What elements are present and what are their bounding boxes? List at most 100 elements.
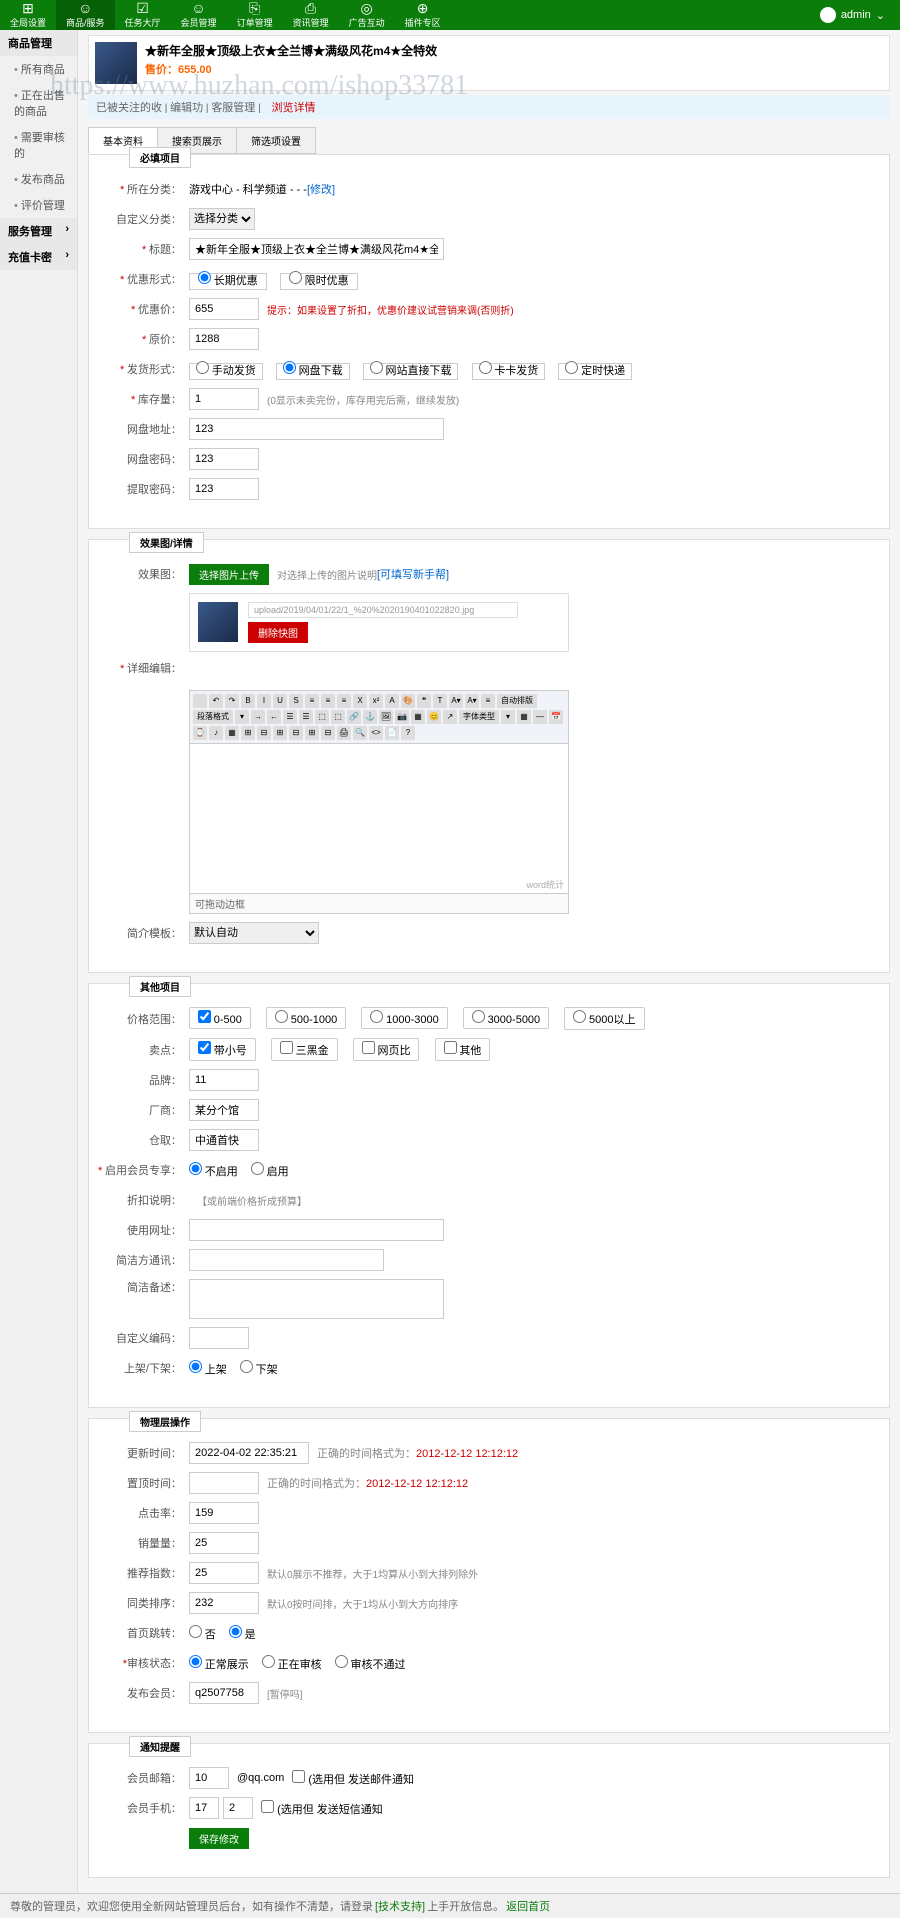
editor-btn[interactable]: B — [241, 694, 255, 708]
brand-input[interactable] — [189, 1069, 259, 1091]
onoff-off[interactable]: 下架 — [240, 1365, 278, 1376]
editor-btn[interactable]: ☰ — [299, 710, 313, 724]
sidebar-item-review[interactable]: 需要审核的 — [0, 124, 77, 166]
discount-limited-radio[interactable]: 限时优惠 — [280, 273, 358, 290]
footer-support-link[interactable]: [技术支持] — [375, 1898, 425, 1914]
editor-btn[interactable]: I — [257, 694, 271, 708]
recommend-input[interactable] — [189, 1562, 259, 1584]
ship-manual[interactable]: 手动发货 — [189, 363, 263, 380]
editor-btn[interactable]: S — [289, 694, 303, 708]
audit-reject[interactable]: 审核不通过 — [335, 1660, 406, 1671]
editor-btn[interactable]: 🖨 — [337, 726, 351, 740]
editor-btn[interactable]: ⬚ — [315, 710, 329, 724]
sidebar-item-selling[interactable]: 正在出售的商品 — [0, 82, 77, 124]
sellpoint-3[interactable]: 其他 — [435, 1038, 491, 1061]
editor-btn[interactable]: A▾ — [465, 694, 479, 708]
editor-btn[interactable]: ≡ — [321, 694, 335, 708]
editor-btn[interactable]: ▾ — [235, 710, 249, 724]
status-link-favs[interactable]: 已被关注的收 — [96, 102, 162, 114]
editor-btn[interactable]: → — [251, 710, 265, 724]
status-link-edit[interactable]: 编辑功 — [170, 102, 203, 114]
update-time-input[interactable] — [189, 1442, 309, 1464]
summary-textarea[interactable] — [189, 1279, 444, 1319]
onoff-on[interactable]: 上架 — [189, 1365, 227, 1376]
audit-pending[interactable]: 正在审核 — [262, 1660, 322, 1671]
sellpoint-0[interactable]: 带小号 — [189, 1038, 256, 1061]
nav-global[interactable]: ⊞全局设置 — [0, 0, 56, 30]
editor-btn[interactable]: ❝ — [417, 694, 431, 708]
ship-direct[interactable]: 网站直接下载 — [363, 363, 459, 380]
email-notify-checkbox[interactable]: (选用但 发送邮件通知 — [292, 1770, 414, 1787]
price-range-3[interactable]: 3000-5000 — [463, 1007, 549, 1029]
nav-plugins[interactable]: ⊕插件专区 — [395, 0, 451, 30]
editor-btn[interactable]: 🔗 — [347, 710, 361, 724]
score-input[interactable] — [189, 1502, 259, 1524]
editor-btn[interactable]: 📅 — [549, 710, 563, 724]
upload-image-button[interactable]: 选择图片上传 — [189, 564, 269, 585]
sort-input[interactable] — [189, 1592, 259, 1614]
editor-btn[interactable]: A▾ — [449, 694, 463, 708]
extract-code-input[interactable] — [189, 478, 259, 500]
editor-btn[interactable]: 📄 — [385, 726, 399, 740]
editor-btn[interactable]: ▦ — [411, 710, 425, 724]
editor-btn[interactable]: ⬚ — [331, 710, 345, 724]
top-time-input[interactable] — [189, 1472, 259, 1494]
sidebar-group-service[interactable]: 服务管理› — [0, 218, 77, 244]
editor-btn[interactable]: ↗ — [443, 710, 457, 724]
price-range-2[interactable]: 1000-3000 — [361, 1007, 447, 1029]
status-link-service[interactable]: 客服管理 — [211, 102, 255, 114]
editor-btn[interactable]: ⚓ — [363, 710, 377, 724]
tab-filter[interactable]: 筛选项设置 — [236, 127, 316, 154]
price-range-0[interactable]: 0-500 — [189, 1007, 251, 1029]
sidebar-group-recharge[interactable]: 充值卡密› — [0, 244, 77, 270]
nav-ads[interactable]: ◎广告互动 — [339, 0, 395, 30]
editor-btn[interactable]: ⊟ — [257, 726, 271, 740]
stock-input[interactable] — [189, 388, 259, 410]
audit-normal[interactable]: 正常展示 — [189, 1660, 249, 1671]
editor-btn[interactable]: ← — [267, 710, 281, 724]
price-range-4[interactable]: 5000以上 — [564, 1007, 644, 1030]
editor-btn[interactable]: ? — [401, 726, 415, 740]
editor-btn[interactable]: <> — [369, 726, 383, 740]
discount-long-radio[interactable]: 长期优惠 — [189, 273, 267, 290]
editor-btn[interactable]: ⌚ — [193, 726, 207, 740]
category-edit-link[interactable]: [修改] — [307, 181, 335, 197]
nav-news[interactable]: ⎙资讯管理 — [283, 0, 339, 30]
sold-input[interactable] — [189, 1532, 259, 1554]
editor-btn[interactable]: 🖼 — [379, 710, 393, 724]
publisher-hint[interactable]: [暂停吗] — [267, 1686, 303, 1701]
editor-btn[interactable]: ↷ — [225, 694, 239, 708]
origin-input[interactable] — [189, 1129, 259, 1151]
sellpoint-2[interactable]: 网页比 — [353, 1038, 420, 1061]
delete-image-button[interactable]: 删除快图 — [248, 622, 308, 643]
editor-btn[interactable]: 📷 — [395, 710, 409, 724]
sidebar-item-publish[interactable]: 发布商品 — [0, 166, 77, 192]
ship-card[interactable]: 卡卡发货 — [472, 363, 546, 380]
nav-members[interactable]: ☺会员管理 — [171, 0, 227, 30]
email-input[interactable] — [189, 1767, 229, 1789]
nav-orders[interactable]: ⎘订单管理 — [227, 0, 283, 30]
netdisk-code-input[interactable] — [189, 448, 259, 470]
sellpoint-1[interactable]: 三黑金 — [271, 1038, 338, 1061]
editor-btn[interactable]: 自动排版 — [497, 694, 537, 708]
editor-btn[interactable]: T — [433, 694, 447, 708]
custom-category-select[interactable]: 选择分类 — [189, 208, 255, 230]
netdisk-input[interactable] — [189, 418, 444, 440]
sidebar-item-rating[interactable]: 评价管理 — [0, 192, 77, 218]
editor-btn[interactable]: ▾ — [501, 710, 515, 724]
custom-url-input[interactable] — [189, 1219, 444, 1241]
editor-btn[interactable]: 🔍 — [353, 726, 367, 740]
price-range-1[interactable]: 500-1000 — [266, 1007, 346, 1029]
editor-btn[interactable]: 字体类型 — [459, 710, 499, 724]
editor-btn[interactable]: ▦ — [517, 710, 531, 724]
editor-btn[interactable]: 段落格式 — [193, 710, 233, 724]
editor-btn[interactable] — [193, 694, 207, 708]
status-link-current[interactable]: 浏览详情 — [271, 102, 315, 114]
nav-tasks[interactable]: ☑任务大厅 — [115, 0, 171, 30]
publisher-input[interactable] — [189, 1682, 259, 1704]
nav-products[interactable]: ☺商品/服务 — [56, 0, 115, 30]
editor-btn[interactable]: ☰ — [283, 710, 297, 724]
upload-help-link[interactable]: [可填写新手帮] — [377, 566, 449, 582]
editor-btn[interactable]: ▦ — [225, 726, 239, 740]
editor-btn[interactable]: X — [353, 694, 367, 708]
